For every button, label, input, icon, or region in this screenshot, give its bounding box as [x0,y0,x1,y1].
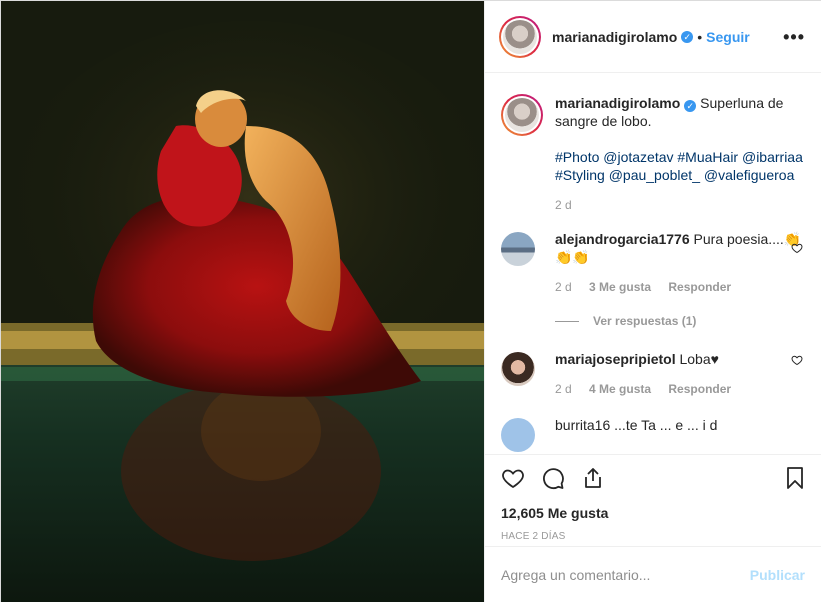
header-separator: • [697,28,703,45]
instagram-post-modal: marianadigirolamo ✓ • Seguir ••• mariana… [0,0,821,602]
caption-avatar[interactable] [501,94,543,136]
comment-icon[interactable] [541,466,565,490]
publish-button[interactable]: Publicar [750,567,805,583]
reply-button[interactable]: Responder [668,382,731,396]
caption-age[interactable]: 2 d [555,198,572,212]
reply-button[interactable]: Responder [668,280,731,294]
post-photo[interactable] [1,1,484,602]
follow-button[interactable]: Seguir [706,29,750,45]
caption-meta: 2 d [555,198,807,212]
comment-input[interactable] [501,567,750,583]
verified-badge-icon: ✓ [684,100,697,112]
action-bar [501,465,807,491]
more-options-icon[interactable]: ••• [783,27,805,48]
comment-age[interactable]: 2 d [555,382,572,396]
comment-body: Loba♥ [679,351,719,367]
commenter-avatar[interactable] [501,352,535,386]
caption-tags[interactable]: #Photo @jotazetav #MuaHair @ibarriaa #St… [555,148,807,184]
view-replies-label: Ver respuestas (1) [593,314,697,328]
comment-meta: 2 d 3 Me gusta Responder [555,280,807,294]
replies-line [555,320,579,322]
post-caption: marianadigirolamo ✓ Superluna de sangre d… [501,74,807,212]
comment-likes[interactable]: 4 Me gusta [589,382,651,396]
comment-likes[interactable]: 3 Me gusta [589,280,651,294]
post-header: marianadigirolamo ✓ • Seguir ••• [485,1,821,73]
commenter-username[interactable]: mariajosepripietol [555,351,676,367]
view-replies-button[interactable]: Ver respuestas (1) [555,314,807,328]
bookmark-icon[interactable] [783,466,807,490]
commenter-avatar[interactable] [501,232,535,266]
post-sidebar: marianadigirolamo ✓ • Seguir ••• mariana… [484,1,821,602]
comment-age[interactable]: 2 d [555,280,572,294]
caption-text: marianadigirolamo ✓ Superluna de sangre d… [555,94,807,130]
comment-like-icon[interactable] [791,242,803,254]
commenter-username[interactable]: alejandrogarcia1776 [555,231,690,247]
author-username[interactable]: marianadigirolamo [552,29,677,45]
commenter-avatar[interactable] [501,418,535,452]
share-icon[interactable] [581,466,605,490]
comments-list[interactable]: marianadigirolamo ✓ Superluna de sangre d… [485,74,821,454]
comment-meta: 2 d 4 Me gusta Responder [555,382,807,396]
comment-like-icon[interactable] [791,354,803,366]
comment-item: alejandrogarcia1776 Pura poesia....👏👏👏 2… [501,230,807,294]
comment-text-partial: burrita16 ...te Ta ... e ... i d [555,417,718,433]
likes-count[interactable]: 12,605 Me gusta [501,505,807,521]
add-comment-bar: Publicar [485,546,821,602]
post-timestamp[interactable]: HACE 2 DÍAS [501,531,807,542]
caption-username[interactable]: marianadigirolamo [555,95,680,111]
comment-text: alejandrogarcia1776 Pura poesia....👏👏👏 [555,230,807,266]
verified-badge-icon: ✓ [681,30,694,43]
heart-icon[interactable] [501,466,525,490]
author-avatar[interactable] [499,15,541,58]
comment-body: Pura poesia.... [693,231,784,247]
post-actions: 12,605 Me gusta HACE 2 DÍAS [485,454,821,546]
comment-item: mariajosepripietol Loba♥ 2 d 4 Me gusta … [501,350,807,396]
comment-item-partial: burrita16 ...te Ta ... e ... i d [501,416,807,452]
post-photo-image [1,1,484,602]
comment-text: mariajosepripietol Loba♥ [555,350,807,368]
